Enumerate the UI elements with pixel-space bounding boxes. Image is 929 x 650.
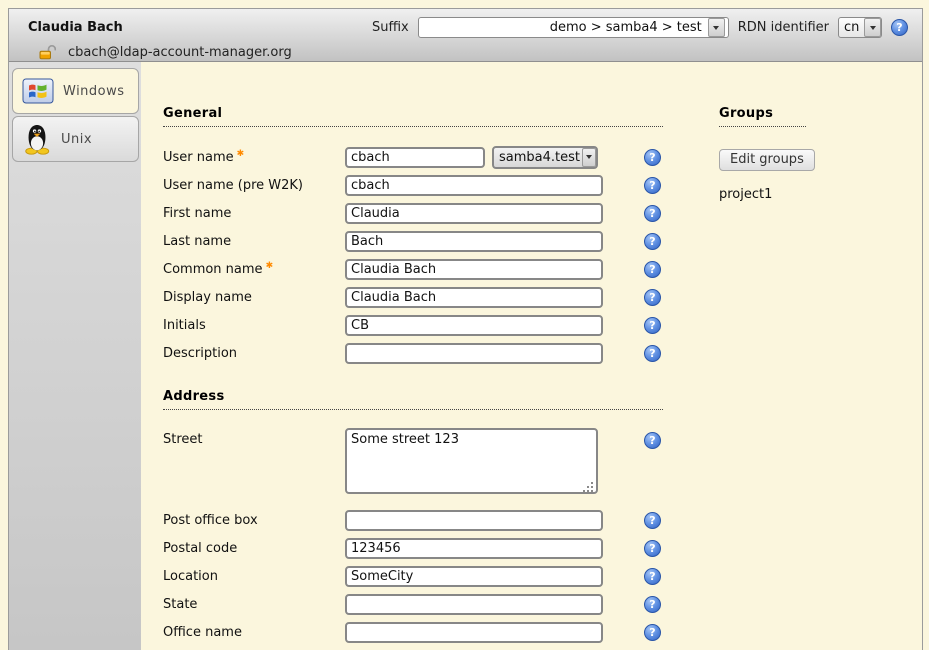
help-icon[interactable]: ? (644, 624, 661, 641)
help-icon[interactable]: ? (644, 345, 661, 362)
form-row-first-name: First name ? (163, 199, 663, 227)
help-icon[interactable]: ? (644, 149, 661, 166)
rdn-identifier-select[interactable]: cn (838, 17, 882, 38)
state-input[interactable] (345, 594, 603, 615)
form-row-last-name: Last name ? (163, 227, 663, 255)
help-icon[interactable]: ? (644, 596, 661, 613)
groups-panel: Groups Edit groups project1 (719, 106, 849, 646)
first-name-input[interactable] (345, 203, 603, 224)
post-office-box-input[interactable] (345, 510, 603, 531)
suffix-select[interactable]: demo > samba4 > test (418, 17, 729, 38)
form-row-display-name: Display name ? (163, 283, 663, 311)
field-label: Last name (163, 234, 345, 249)
section-title-groups: Groups (719, 106, 806, 127)
form-row-user-name-pre-w2k: User name (pre W2K) ? (163, 171, 663, 199)
section-title-address: Address (163, 389, 663, 410)
form-row-initials: Initials ? (163, 311, 663, 339)
field-label: First name (163, 206, 345, 221)
description-input[interactable] (345, 343, 603, 364)
help-icon[interactable]: ? (644, 568, 661, 585)
section-title-general: General (163, 106, 663, 127)
rdn-identifier-value: cn (844, 20, 862, 35)
help-icon[interactable]: ? (644, 317, 661, 334)
required-marker: ✱ (266, 261, 274, 271)
tab-unix-label: Unix (61, 132, 92, 147)
field-label: Description (163, 346, 345, 361)
tab-content-windows: General User name✱ samba4.test ? (141, 62, 922, 650)
dropdown-arrow-icon[interactable] (582, 148, 596, 167)
field-label: Postal code (163, 541, 345, 556)
field-label: Street (163, 428, 345, 447)
help-icon[interactable]: ? (644, 177, 661, 194)
tab-windows-label: Windows (63, 84, 125, 99)
user-name-input[interactable] (345, 147, 485, 168)
location-input[interactable] (345, 566, 603, 587)
help-icon[interactable]: ? (644, 205, 661, 222)
field-label: Common name✱ (163, 261, 345, 277)
form-row-common-name: Common name✱ ? (163, 255, 663, 283)
form-row-post-office-box: Post office box ? (163, 506, 663, 534)
help-icon[interactable]: ? (644, 261, 661, 278)
display-name-input[interactable] (345, 287, 603, 308)
field-label: Post office box (163, 513, 345, 528)
form-row-postal-code: Postal code ? (163, 534, 663, 562)
group-member: project1 (719, 187, 849, 202)
title-bar: Claudia Bach Suffix demo > samba4 > test… (9, 9, 922, 62)
rdn-identifier-label: RDN identifier (738, 20, 829, 35)
help-icon[interactable]: ? (644, 512, 661, 529)
office-name-input[interactable] (345, 622, 603, 643)
help-icon[interactable]: ? (644, 233, 661, 250)
field-label: User name (pre W2K) (163, 178, 345, 193)
common-name-input[interactable] (345, 259, 603, 280)
field-label: Location (163, 569, 345, 584)
initials-input[interactable] (345, 315, 603, 336)
page-title: Claudia Bach (28, 20, 123, 35)
suffix-value: demo > samba4 > test (550, 20, 702, 35)
account-editor-window: Claudia Bach Suffix demo > samba4 > test… (8, 8, 923, 650)
form-row-description: Description ? (163, 339, 663, 367)
required-marker: ✱ (237, 149, 245, 159)
street-textarea[interactable]: Some street 123 (345, 428, 598, 494)
tab-windows[interactable]: Windows (12, 68, 139, 114)
postal-code-input[interactable] (345, 538, 603, 559)
user-name-domain-select[interactable]: samba4.test (492, 146, 598, 169)
open-padlock-icon (38, 44, 56, 60)
field-label: Initials (163, 318, 345, 333)
form-row-location: Location ? (163, 562, 663, 590)
last-name-input[interactable] (345, 231, 603, 252)
resize-handle-icon[interactable] (591, 490, 593, 492)
windows-logo-icon (22, 78, 54, 104)
edit-groups-button[interactable]: Edit groups (719, 149, 815, 171)
field-label: State (163, 597, 345, 612)
tab-unix[interactable]: Unix (12, 116, 139, 162)
help-icon[interactable]: ? (644, 289, 661, 306)
module-tab-bar: Windows Unix (9, 62, 141, 650)
help-icon[interactable]: ? (644, 432, 661, 449)
form-row-user-name: User name✱ samba4.test ? (163, 143, 663, 171)
dropdown-arrow-icon[interactable] (864, 18, 881, 37)
domain-value: samba4.test (499, 150, 580, 165)
help-icon[interactable]: ? (644, 540, 661, 557)
field-label: Display name (163, 290, 345, 305)
user-name-pre-w2k-input[interactable] (345, 175, 603, 196)
form-row-street: Street Some street 123 ? (163, 426, 663, 506)
field-label: Office name (163, 625, 345, 640)
form-row-state: State ? (163, 590, 663, 618)
help-icon[interactable]: ? (891, 19, 908, 36)
field-label: User name✱ (163, 149, 345, 165)
dropdown-arrow-icon[interactable] (708, 18, 725, 37)
form-row-office-name: Office name ? (163, 618, 663, 646)
account-dn: cbach@ldap-account-manager.org (68, 45, 292, 60)
suffix-label: Suffix (372, 20, 409, 35)
tux-penguin-icon (22, 123, 52, 155)
